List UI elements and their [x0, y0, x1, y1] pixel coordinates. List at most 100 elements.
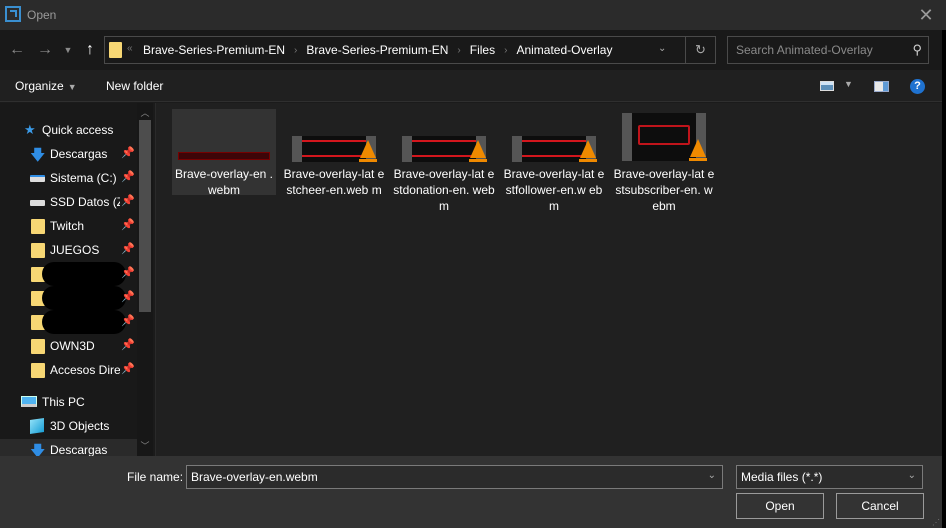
- close-icon: ✕: [918, 5, 934, 25]
- title-bar: Open ✕: [0, 0, 946, 30]
- back-button[interactable]: ←: [6, 38, 28, 62]
- sidebar-item-label: Descargas: [50, 147, 108, 161]
- pin-icon: 📌: [121, 291, 135, 303]
- video-thumbnail: [622, 113, 707, 161]
- scrollbar-thumb[interactable]: [139, 120, 151, 312]
- vlc-icon: [690, 139, 706, 157]
- file-item[interactable]: Brave-overlay-lat estcheer-en.web m: [282, 109, 386, 197]
- video-thumbnail: [512, 136, 597, 162]
- search-input[interactable]: [728, 37, 903, 63]
- file-name-input[interactable]: [187, 466, 697, 488]
- sidebar-item-label: SSD Datos (Z:: [50, 195, 120, 209]
- file-name: Brave-overlay-lat estcheer-en.web m: [283, 167, 385, 197]
- view-options-dropdown-icon[interactable]: ▼: [844, 79, 853, 89]
- pin-icon: 📌: [121, 219, 135, 231]
- search-icon[interactable]: ⚲: [912, 42, 922, 58]
- sidebar-item-twitch[interactable]: Twitch 📌: [0, 215, 137, 237]
- breadcrumb-item[interactable]: Brave-Series-Premium-EN: [306, 43, 448, 57]
- sidebar-scrollbar[interactable]: ︿ ﹀: [137, 103, 153, 456]
- sidebar-item-label: Twitch: [50, 219, 85, 233]
- pin-icon: 📌: [121, 315, 135, 327]
- sidebar-item-3d-objects[interactable]: 3D Objects: [0, 415, 137, 437]
- breadcrumb-separator-icon[interactable]: ›: [294, 45, 297, 56]
- search-box[interactable]: ⚲: [727, 36, 929, 64]
- cube-icon: [30, 418, 44, 434]
- new-folder-button[interactable]: New folder: [106, 79, 163, 93]
- file-item[interactable]: Brave-overlay-lat estsubscriber-en. webm: [612, 109, 716, 213]
- arrow-right-icon: →: [37, 41, 53, 58]
- command-toolbar: Organize ▼ New folder ▼ ?: [0, 70, 946, 102]
- folder-icon: [109, 42, 122, 58]
- scroll-up-icon[interactable]: ︿: [137, 105, 153, 121]
- breadcrumb-overflow[interactable]: «: [127, 43, 133, 54]
- caret-down-icon: ▼: [67, 82, 77, 92]
- video-thumbnail: [402, 136, 487, 162]
- app-icon: [5, 6, 21, 22]
- download-icon: 🡇: [30, 443, 46, 456]
- breadcrumb-separator-icon[interactable]: ›: [457, 45, 460, 56]
- file-item[interactable]: Brave-overlay-en .webm: [172, 109, 276, 197]
- resize-grip-icon[interactable]: ⋰: [932, 518, 940, 527]
- sidebar-item-label: JUEGOS: [50, 243, 100, 257]
- breadcrumb: Brave-Series-Premium-EN › Brave-Series-P…: [143, 43, 612, 57]
- file-type-select[interactable]: Media files (*.*) ⌄: [736, 465, 923, 489]
- sidebar-item-redacted[interactable]: 📌: [0, 286, 137, 310]
- sidebar-item-descargas[interactable]: 🡇 Descargas 📌: [0, 143, 137, 165]
- file-item[interactable]: Brave-overlay-lat estfollower-en.w ebm: [502, 109, 606, 213]
- vlc-icon: [470, 140, 486, 158]
- scroll-down-icon[interactable]: ﹀: [137, 438, 153, 454]
- redaction-mark: [42, 310, 126, 334]
- breadcrumb-separator-icon[interactable]: ›: [504, 45, 507, 56]
- window-title: Open: [27, 8, 57, 22]
- pin-icon: 📌: [121, 195, 135, 207]
- folder-icon: [31, 243, 45, 258]
- download-icon: 🡇: [30, 147, 46, 164]
- vlc-icon: [580, 140, 596, 158]
- sidebar-item-ssd-datos[interactable]: SSD Datos (Z: 📌: [0, 191, 137, 213]
- organize-button[interactable]: Organize ▼: [15, 79, 77, 93]
- address-dropdown-icon[interactable]: ⌄: [658, 43, 666, 54]
- arrow-up-icon: ↑: [86, 41, 94, 58]
- sidebar-item-this-pc[interactable]: This PC: [0, 391, 137, 413]
- file-type-value: Media files (*.*): [741, 470, 823, 484]
- sidebar-item-quick-access[interactable]: ★ Quick access: [0, 119, 137, 141]
- navigation-pane: ★ Quick access 🡇 Descargas 📌 Sistema (C:…: [0, 103, 153, 456]
- help-icon[interactable]: ?: [910, 79, 925, 94]
- forward-button[interactable]: →: [34, 38, 56, 62]
- pin-icon: 📌: [121, 267, 135, 279]
- drive-icon: [30, 175, 45, 182]
- sidebar-item-descargas-pc[interactable]: 🡇 Descargas: [0, 439, 137, 456]
- computer-icon: [21, 396, 37, 407]
- sidebar-item-label: 3D Objects: [50, 419, 110, 433]
- breadcrumb-item[interactable]: Animated-Overlay: [516, 43, 612, 57]
- video-thumbnail: [178, 152, 270, 160]
- sidebar-item-sistema[interactable]: Sistema (C:) 📌: [0, 167, 137, 189]
- up-button[interactable]: ↑: [80, 38, 100, 62]
- preview-pane-icon[interactable]: [874, 81, 889, 92]
- sidebar-item-label: This PC: [42, 395, 85, 409]
- breadcrumb-item[interactable]: Brave-Series-Premium-EN: [143, 43, 285, 57]
- open-button[interactable]: Open: [736, 493, 824, 519]
- drive-icon: [30, 200, 45, 206]
- redaction-mark: [42, 286, 126, 310]
- sidebar-item-redacted[interactable]: 📌: [0, 310, 137, 334]
- breadcrumb-item[interactable]: Files: [470, 43, 495, 57]
- address-bar[interactable]: « Brave-Series-Premium-EN › Brave-Series…: [104, 36, 686, 64]
- chevron-down-icon[interactable]: ⌄: [708, 470, 716, 481]
- close-button[interactable]: ✕: [912, 3, 940, 27]
- sidebar-item-redacted[interactable]: 📌: [0, 262, 137, 286]
- pin-icon: 📌: [121, 363, 135, 375]
- sidebar-item-juegos[interactable]: JUEGOS 📌: [0, 239, 137, 261]
- cancel-button[interactable]: Cancel: [836, 493, 924, 519]
- redaction-mark: [42, 262, 126, 286]
- file-item[interactable]: Brave-overlay-lat estdonation-en. webm: [392, 109, 496, 213]
- recent-locations-button[interactable]: ▼: [62, 38, 74, 62]
- sidebar-item-own3d[interactable]: OWN3D 📌: [0, 335, 137, 357]
- sidebar-item-accesos-directos[interactable]: Accesos Direc 📌: [0, 359, 137, 381]
- file-name: Brave-overlay-lat estfollower-en.w ebm: [503, 167, 605, 213]
- sidebar-item-label: Quick access: [42, 123, 114, 137]
- refresh-button[interactable]: ↻: [686, 36, 716, 64]
- change-view-icon[interactable]: [820, 81, 834, 91]
- video-thumbnail: [292, 136, 377, 162]
- file-name-combobox[interactable]: ⌄: [186, 465, 723, 489]
